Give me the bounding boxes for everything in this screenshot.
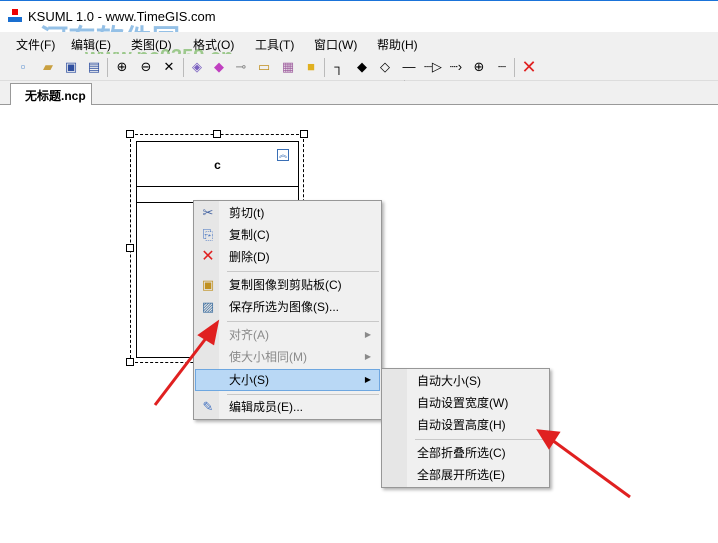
red-arrow-icon [536, 429, 631, 499]
red-arrow-icon [153, 319, 220, 406]
annotation-arrows [153, 319, 631, 499]
